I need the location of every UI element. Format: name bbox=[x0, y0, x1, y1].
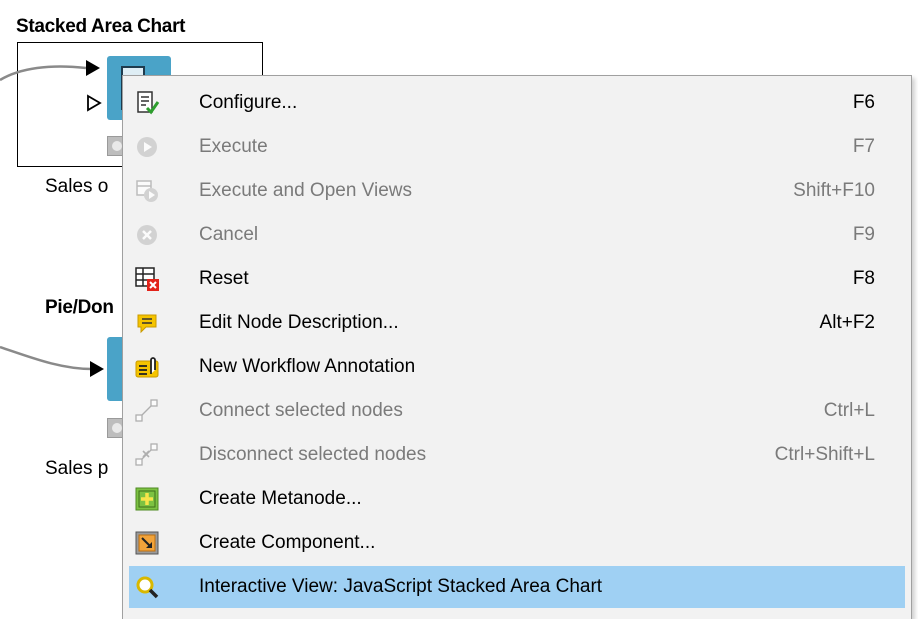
menu-item-shortcut: Ctrl+Shift+L bbox=[774, 444, 875, 465]
menu-item-label: Reset bbox=[199, 268, 249, 289]
node-label-2[interactable]: Sales p bbox=[45, 458, 108, 480]
execute-icon bbox=[137, 137, 157, 157]
menu-item-label: Cancel bbox=[199, 224, 259, 245]
node-title-pie-donut: Pie/Don bbox=[45, 297, 114, 318]
menu-item-shortcut: F7 bbox=[852, 136, 875, 157]
menu-item-label: Create Component... bbox=[199, 532, 376, 553]
menu-item-shortcut: Alt+F2 bbox=[819, 312, 875, 333]
menu-item-execute-open-views[interactable]: Execute and Open Views Shift+F10 bbox=[129, 170, 905, 212]
menu-item-configure[interactable]: Configure... F6 bbox=[129, 82, 905, 124]
cancel-icon bbox=[137, 225, 157, 245]
menu-item-shortcut: Shift+F10 bbox=[793, 180, 875, 201]
menu-item-label: Execute and Open Views bbox=[199, 180, 413, 201]
component-icon bbox=[135, 531, 159, 555]
menu-item-shortcut: F9 bbox=[852, 224, 875, 245]
metanode-icon bbox=[135, 487, 159, 511]
menu-item-new-workflow-annotation[interactable]: New Workflow Annotation bbox=[129, 346, 905, 388]
interactive-view-icon bbox=[136, 576, 159, 599]
menu-item-shortcut: F8 bbox=[852, 268, 875, 289]
annotation-icon bbox=[135, 357, 159, 378]
menu-item-shortcut: Ctrl+L bbox=[823, 400, 875, 421]
menu-item-shortcut: F6 bbox=[852, 92, 875, 113]
node-title-stacked-area-chart: Stacked Area Chart bbox=[16, 16, 186, 37]
menu-item-label: Interactive View: JavaScript Stacked Are… bbox=[199, 576, 603, 597]
execute-open-views-icon bbox=[136, 180, 158, 202]
menu-item-connect-selected-nodes[interactable]: Connect selected nodes Ctrl+L bbox=[129, 390, 905, 432]
reset-icon bbox=[135, 267, 159, 291]
menu-item-reset[interactable]: Reset F8 bbox=[129, 258, 905, 300]
menu-item-cancel[interactable]: Cancel F9 bbox=[129, 214, 905, 256]
menu-item-disconnect-selected-nodes[interactable]: Disconnect selected nodes Ctrl+Shift+L bbox=[129, 434, 905, 476]
menu-item-label: Connect selected nodes bbox=[199, 400, 403, 421]
menu-item-create-metanode[interactable]: Create Metanode... bbox=[129, 478, 905, 520]
menu-item-label: New Workflow Annotation bbox=[199, 356, 416, 377]
menu-item-execute[interactable]: Execute F7 bbox=[129, 126, 905, 168]
menu-item-interactive-view[interactable]: Interactive View: JavaScript Stacked Are… bbox=[129, 566, 905, 608]
menu-item-label: Execute bbox=[199, 136, 268, 157]
context-menu: Configure... F6 Execute F7 Execute and O… bbox=[122, 75, 912, 619]
menu-item-label: Create Metanode... bbox=[199, 488, 362, 509]
node-label-1[interactable]: Sales o bbox=[45, 176, 108, 198]
menu-item-edit-node-description[interactable]: Edit Node Description... Alt+F2 bbox=[129, 302, 905, 344]
disconnect-nodes-icon bbox=[135, 443, 158, 466]
menu-item-label: Disconnect selected nodes bbox=[199, 444, 427, 465]
edit-description-icon bbox=[137, 314, 157, 334]
menu-item-label: Configure... bbox=[199, 92, 298, 113]
menu-item-label: Edit Node Description... bbox=[199, 312, 399, 333]
connect-nodes-icon bbox=[135, 399, 158, 422]
configure-icon bbox=[137, 91, 160, 115]
menu-item-create-component[interactable]: Create Component... bbox=[129, 522, 905, 564]
